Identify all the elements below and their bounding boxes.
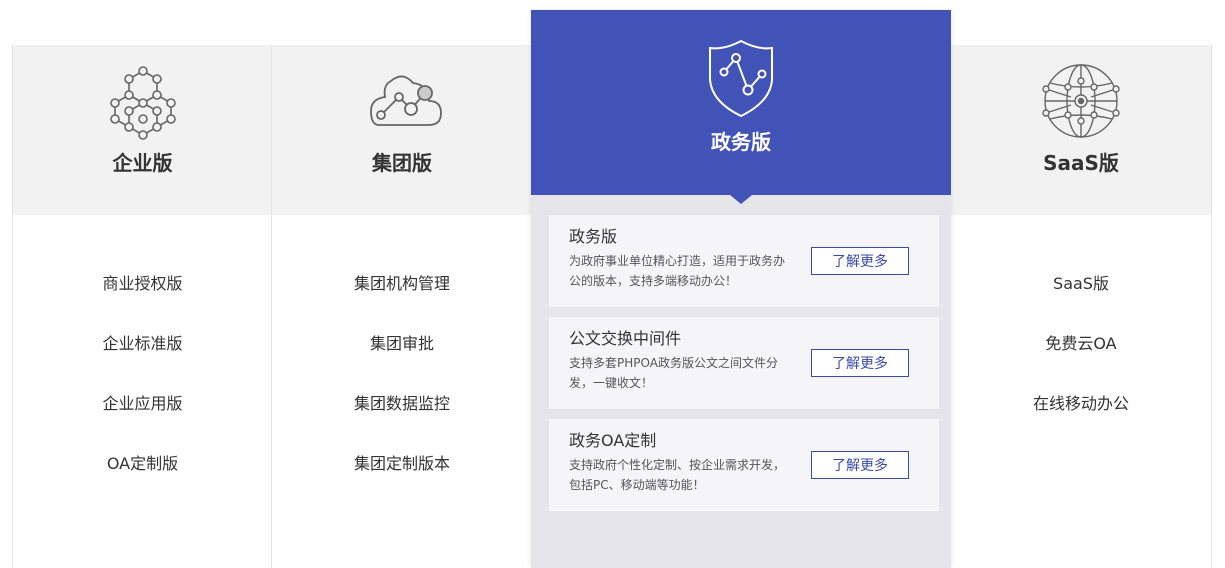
learn-more-button[interactable]: 了解更多 [811,451,909,479]
list-item[interactable]: 集团审批 [272,327,532,387]
list-item[interactable]: 集团定制版本 [272,447,532,507]
list-item[interactable]: 集团机构管理 [272,267,532,327]
card-title: 政务版 [569,227,618,246]
list-item[interactable]: SaaS版 [951,267,1211,327]
column-title: 企业版 [112,151,173,175]
card-description: 支持多套PHPOA政务版公文之间文件分发，一键收文！ [569,356,778,390]
featured-title: 政务版 [711,130,771,154]
edition-column-enterprise: 企业版 商业授权版 企业标准版 企业应用版 OA定制版 [12,45,272,568]
edition-column-saas: SaaS版 SaaS版 免费云OA 在线移动办公 [951,45,1212,568]
column-title: 集团版 [372,151,432,175]
list-item[interactable]: 免费云OA [951,327,1211,387]
feature-list: SaaS版 免费云OA 在线移动办公 [951,215,1211,447]
feature-list: 集团机构管理 集团审批 集团数据监控 集团定制版本 [272,215,532,507]
featured-header: 政务版 [531,10,951,204]
column-header: SaaS版 [951,45,1211,215]
card-title: 公文交换中间件 [569,329,682,348]
column-title: SaaS版 [1043,151,1119,175]
learn-more-button[interactable]: 了解更多 [811,349,909,377]
cloud-nodes-icon [359,59,445,145]
list-item[interactable]: 企业标准版 [13,327,272,387]
shield-icon [706,38,776,120]
column-header: 企业版 [13,45,272,215]
list-item[interactable]: 在线移动办公 [951,387,1211,447]
edition-column-government-featured: 政务版 政务版 为政府事业单位精心打造，适用于政务办公的版本，支持多端移动办公！… [531,10,951,568]
card-title: 政务OA定制 [569,431,657,450]
list-item[interactable]: 商业授权版 [13,267,272,327]
learn-more-button[interactable]: 了解更多 [811,247,909,275]
card-description: 支持政府个性化定制、按企业需求开发，包括PC、移动端等功能！ [569,458,786,492]
product-card: 公文交换中间件 支持多套PHPOA政务版公文之间文件分发，一键收文！ 了解更多 [549,317,939,409]
list-item[interactable]: 集团数据监控 [272,387,532,447]
hex-network-icon [100,59,186,145]
product-card: 政务版 为政府事业单位精心打造，适用于政务办公的版本，支持多端移动办公！ 了解更… [549,215,939,307]
feature-list: 商业授权版 企业标准版 企业应用版 OA定制版 [13,215,272,507]
globe-network-icon [1038,59,1124,145]
list-item[interactable]: OA定制版 [13,447,272,507]
product-card: 政务OA定制 支持政府个性化定制、按企业需求开发，包括PC、移动端等功能！ 了解… [549,419,939,511]
list-item[interactable]: 企业应用版 [13,387,272,447]
card-description: 为政府事业单位精心打造，适用于政务办公的版本，支持多端移动办公！ [569,254,786,288]
header-pointer [730,195,752,204]
edition-column-group: 集团版 集团机构管理 集团审批 集团数据监控 集团定制版本 [271,45,532,568]
column-header: 集团版 [272,45,532,215]
